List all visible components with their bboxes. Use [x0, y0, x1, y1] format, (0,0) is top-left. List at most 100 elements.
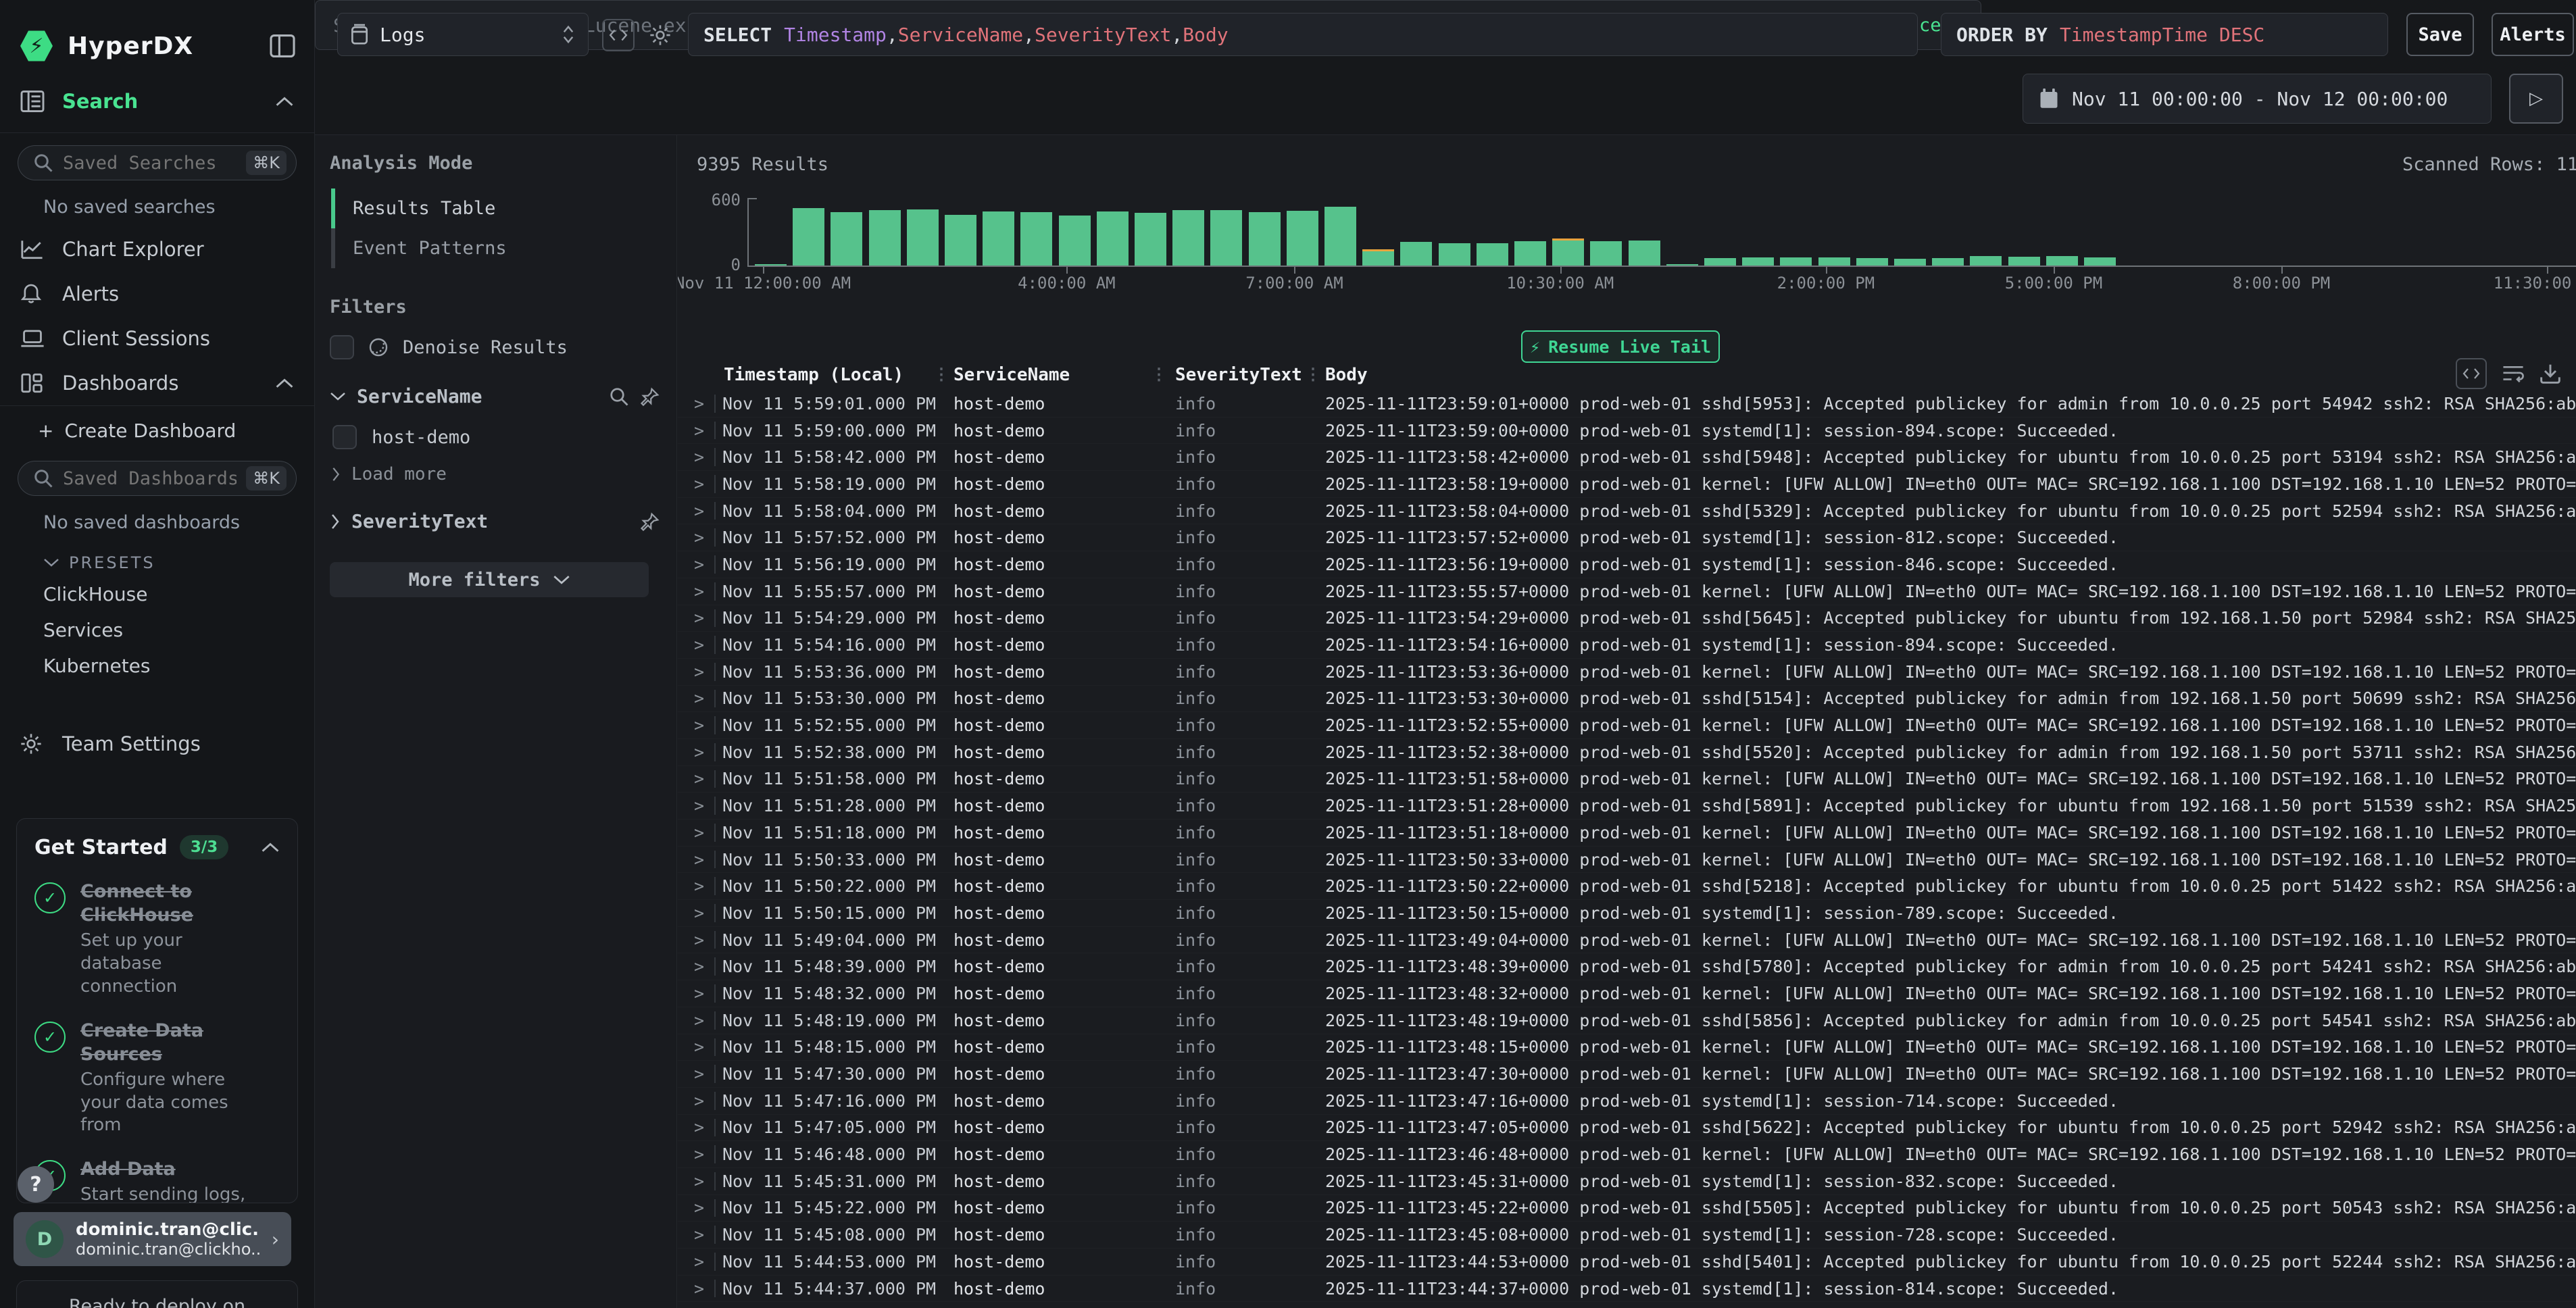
- saved-dashboards-field[interactable]: [63, 468, 237, 489]
- expand-row-icon[interactable]: >: [694, 1064, 704, 1084]
- table-row[interactable]: >Nov 11 5:45:08.000 PMhost-demoinfo2025-…: [678, 1222, 2576, 1249]
- sidebar-item-client-sessions[interactable]: Client Sessions: [0, 316, 314, 361]
- table-row[interactable]: >Nov 11 5:51:18.000 PMhost-demoinfo2025-…: [678, 820, 2576, 847]
- saved-searches-input[interactable]: ⌘K: [18, 145, 297, 180]
- table-row[interactable]: >Nov 11 5:53:36.000 PMhost-demoinfo2025-…: [678, 659, 2576, 686]
- save-button[interactable]: Save: [2406, 13, 2474, 56]
- alerts-button[interactable]: Alerts: [2492, 13, 2574, 56]
- select-query-input[interactable]: SELECT Timestamp,ServiceName,SeverityTex…: [688, 13, 1918, 56]
- expand-row-icon[interactable]: >: [694, 421, 704, 441]
- expand-row-icon[interactable]: >: [694, 1091, 704, 1111]
- get-started-step[interactable]: ✓ Connect to ClickHouse Set up your data…: [34, 880, 280, 999]
- date-range-picker[interactable]: Nov 11 00:00:00 - Nov 12 00:00:00: [2023, 74, 2492, 124]
- code-view-icon[interactable]: [602, 19, 635, 51]
- table-row[interactable]: >Nov 11 5:51:58.000 PMhost-demoinfo2025-…: [678, 766, 2576, 793]
- user-menu[interactable]: D dominic.tran@clic... dominic.tran@clic…: [14, 1212, 291, 1266]
- table-row[interactable]: >Nov 11 5:50:33.000 PMhost-demoinfo2025-…: [678, 847, 2576, 874]
- expand-row-icon[interactable]: >: [694, 608, 704, 628]
- sidebar-item-chart-explorer[interactable]: Chart Explorer: [0, 227, 314, 272]
- table-row[interactable]: >Nov 11 5:58:04.000 PMhost-demoinfo2025-…: [678, 498, 2576, 525]
- mode-event-patterns[interactable]: Event Patterns: [331, 228, 660, 268]
- table-row[interactable]: >Nov 11 5:59:00.000 PMhost-demoinfo2025-…: [678, 418, 2576, 445]
- table-row[interactable]: >Nov 11 5:53:30.000 PMhost-demoinfo2025-…: [678, 686, 2576, 713]
- expand-row-icon[interactable]: >: [694, 474, 704, 494]
- table-row[interactable]: >Nov 11 5:59:01.000 PMhost-demoinfo2025-…: [678, 391, 2576, 418]
- denoise-checkbox[interactable]: [330, 335, 354, 359]
- table-row[interactable]: >Nov 11 5:48:32.000 PMhost-demoinfo2025-…: [678, 980, 2576, 1007]
- wrap-lines-icon[interactable]: [2502, 363, 2525, 384]
- table-row[interactable]: >Nov 11 5:47:05.000 PMhost-demoinfo2025-…: [678, 1115, 2576, 1142]
- table-row[interactable]: >Nov 11 5:54:29.000 PMhost-demoinfo2025-…: [678, 605, 2576, 632]
- expand-row-icon[interactable]: >: [694, 1252, 704, 1272]
- column-resize-handle[interactable]: ⋮: [933, 365, 949, 384]
- column-resize-handle[interactable]: ⋮: [1151, 365, 1167, 384]
- help-button[interactable]: ?: [18, 1166, 54, 1203]
- table-row[interactable]: >Nov 11 5:48:19.000 PMhost-demoinfo2025-…: [678, 1007, 2576, 1034]
- saved-dashboards-input[interactable]: ⌘K: [18, 461, 297, 496]
- table-row[interactable]: >Nov 11 5:58:19.000 PMhost-demoinfo2025-…: [678, 471, 2576, 498]
- table-row[interactable]: >Nov 11 5:58:42.000 PMhost-demoinfo2025-…: [678, 444, 2576, 471]
- expand-row-icon[interactable]: >: [694, 1011, 704, 1030]
- mode-results-table[interactable]: Results Table: [331, 188, 660, 228]
- saved-searches-field[interactable]: [63, 153, 237, 174]
- table-row[interactable]: >Nov 11 5:51:28.000 PMhost-demoinfo2025-…: [678, 793, 2576, 820]
- expand-row-icon[interactable]: >: [694, 582, 704, 601]
- expand-row-icon[interactable]: >: [694, 662, 704, 682]
- chevron-up-icon[interactable]: [275, 378, 294, 388]
- expand-row-icon[interactable]: >: [694, 555, 704, 574]
- expand-row-icon[interactable]: >: [694, 1198, 704, 1217]
- table-row[interactable]: >Nov 11 5:57:52.000 PMhost-demoinfo2025-…: [678, 524, 2576, 551]
- denoise-results-option[interactable]: Denoise Results: [330, 335, 660, 359]
- pin-icon[interactable]: [640, 386, 660, 407]
- filter-group-severitytext[interactable]: SeverityText: [330, 510, 660, 532]
- chevron-up-icon[interactable]: [261, 842, 280, 853]
- expand-row-icon[interactable]: >: [694, 715, 704, 735]
- preset-services[interactable]: Services: [0, 612, 314, 648]
- sidebar-item-alerts[interactable]: Alerts: [0, 272, 314, 316]
- table-row[interactable]: >Nov 11 5:45:22.000 PMhost-demoinfo2025-…: [678, 1195, 2576, 1222]
- expand-row-icon[interactable]: >: [694, 903, 704, 923]
- create-dashboard-button[interactable]: + Create Dashboard: [0, 406, 314, 449]
- table-row[interactable]: >Nov 11 5:48:15.000 PMhost-demoinfo2025-…: [678, 1034, 2576, 1061]
- expand-row-icon[interactable]: >: [694, 1117, 704, 1137]
- sidebar-item-search[interactable]: Search: [0, 70, 314, 132]
- expand-row-icon[interactable]: >: [694, 1144, 704, 1164]
- table-row[interactable]: >Nov 11 5:50:22.000 PMhost-demoinfo2025-…: [678, 873, 2576, 900]
- expand-row-icon[interactable]: >: [694, 394, 704, 413]
- table-row[interactable]: >Nov 11 5:55:57.000 PMhost-demoinfo2025-…: [678, 578, 2576, 605]
- get-started-step[interactable]: ✓ Add Data Start sending logs, metrics, …: [34, 1157, 280, 1203]
- raw-mode-icon[interactable]: [2456, 358, 2487, 389]
- expand-row-icon[interactable]: >: [694, 688, 704, 708]
- events-histogram[interactable]: Nov 11 12:00:00 AM4:00:00 AM7:00:00 AM10…: [678, 182, 2576, 345]
- expand-row-icon[interactable]: >: [694, 876, 704, 896]
- orderby-input[interactable]: ORDER BY TimestampTime DESC: [1941, 13, 2388, 56]
- expand-row-icon[interactable]: >: [694, 823, 704, 842]
- run-query-button[interactable]: ▷: [2509, 74, 2563, 124]
- sidebar-item-team-settings[interactable]: Team Settings: [0, 722, 314, 766]
- expand-row-icon[interactable]: >: [694, 447, 704, 467]
- expand-row-icon[interactable]: >: [694, 930, 704, 950]
- expand-row-icon[interactable]: >: [694, 1279, 704, 1299]
- pin-icon[interactable]: [640, 511, 660, 532]
- chevron-up-icon[interactable]: [275, 96, 294, 107]
- presets-header[interactable]: PRESETS: [0, 543, 314, 576]
- table-row[interactable]: >Nov 11 5:49:04.000 PMhost-demoinfo2025-…: [678, 927, 2576, 954]
- expand-row-icon[interactable]: >: [694, 1172, 704, 1191]
- expand-row-icon[interactable]: >: [694, 501, 704, 521]
- table-row[interactable]: >Nov 11 5:45:31.000 PMhost-demoinfo2025-…: [678, 1168, 2576, 1195]
- expand-row-icon[interactable]: >: [694, 796, 704, 815]
- expand-row-icon[interactable]: >: [694, 1037, 704, 1057]
- table-row[interactable]: >Nov 11 5:44:53.000 PMhost-demoinfo2025-…: [678, 1249, 2576, 1276]
- sidebar-collapse-icon[interactable]: [270, 34, 295, 57]
- column-servicename[interactable]: ServiceName: [953, 365, 1070, 385]
- expand-row-icon[interactable]: >: [694, 957, 704, 976]
- source-select[interactable]: Logs: [337, 13, 589, 56]
- table-row[interactable]: >Nov 11 5:52:55.000 PMhost-demoinfo2025-…: [678, 712, 2576, 739]
- table-row[interactable]: >Nov 11 5:56:19.000 PMhost-demoinfo2025-…: [678, 551, 2576, 578]
- resume-live-tail-button[interactable]: ⚡ Resume Live Tail: [1521, 330, 1720, 363]
- expand-row-icon[interactable]: >: [694, 850, 704, 870]
- table-row[interactable]: >Nov 11 5:48:39.000 PMhost-demoinfo2025-…: [678, 953, 2576, 980]
- expand-row-icon[interactable]: >: [694, 984, 704, 1003]
- expand-row-icon[interactable]: >: [694, 635, 704, 655]
- table-row[interactable]: >Nov 11 5:52:38.000 PMhost-demoinfo2025-…: [678, 739, 2576, 766]
